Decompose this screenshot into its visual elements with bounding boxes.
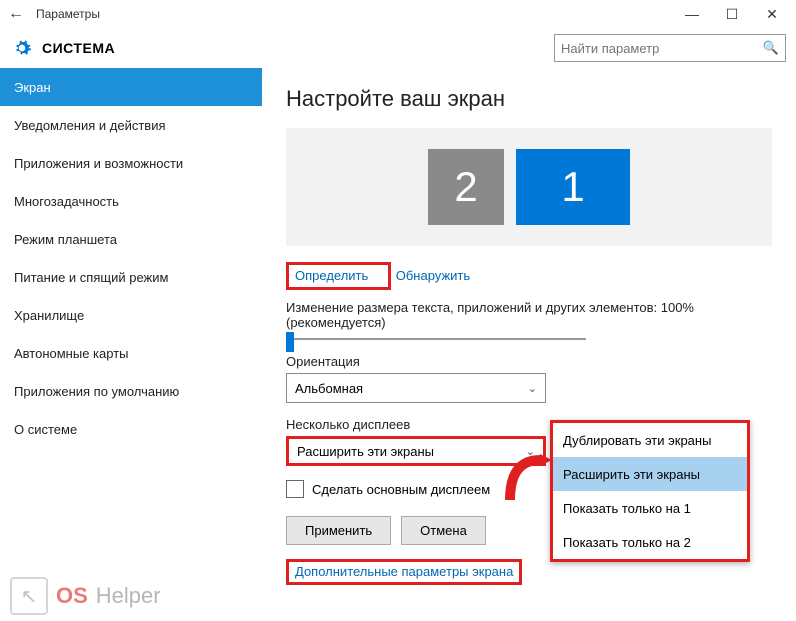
sidebar-item-power[interactable]: Питание и спящий режим (0, 258, 262, 296)
detect-link[interactable]: Обнаружить (396, 268, 470, 283)
dropdown-option-only-2[interactable]: Показать только на 2 (553, 525, 747, 559)
window-title: Параметры (36, 7, 100, 21)
maximize-button[interactable]: ☐ (712, 6, 752, 23)
minimize-button[interactable]: ― (672, 6, 712, 23)
search-input[interactable] (561, 41, 763, 56)
sidebar-item-about[interactable]: О системе (0, 410, 262, 448)
sidebar-item-apps[interactable]: Приложения и возможности (0, 144, 262, 182)
header-title: СИСТЕМА (42, 40, 115, 56)
scale-slider[interactable] (286, 338, 586, 340)
dropdown-option-only-1[interactable]: Показать только на 1 (553, 491, 747, 525)
slider-thumb[interactable] (286, 332, 294, 352)
main-display-checkbox[interactable] (286, 480, 304, 498)
back-button[interactable]: ← (4, 5, 28, 23)
multi-display-dropdown: Дублировать эти экраны Расширить эти экр… (550, 420, 750, 562)
sidebar-item-storage[interactable]: Хранилище (0, 296, 262, 334)
sidebar-item-tablet[interactable]: Режим планшета (0, 220, 262, 258)
search-box[interactable]: 🔍 (554, 34, 786, 62)
monitor-2[interactable]: 2 (428, 149, 504, 225)
sidebar-item-default-apps[interactable]: Приложения по умолчанию (0, 372, 262, 410)
watermark: ↖ OS Helper (10, 577, 161, 615)
orientation-select[interactable]: Альбомная ⌄ (286, 373, 546, 403)
search-icon: 🔍 (763, 40, 779, 56)
apply-button[interactable]: Применить (286, 516, 391, 545)
display-preview[interactable]: 2 1 (286, 128, 772, 246)
dropdown-option-duplicate[interactable]: Дублировать эти экраны (553, 423, 747, 457)
cursor-icon: ↖ (10, 577, 48, 615)
cancel-button[interactable]: Отмена (401, 516, 486, 545)
page-title: Настройте ваш экран (286, 86, 772, 112)
chevron-down-icon: ⌄ (526, 445, 535, 458)
sidebar-item-display[interactable]: Экран (0, 68, 262, 106)
multi-display-select[interactable]: Расширить эти экраны ⌄ (286, 436, 546, 466)
identify-link[interactable]: Определить (295, 268, 368, 283)
scale-label: Изменение размера текста, приложений и д… (286, 300, 772, 330)
monitor-1[interactable]: 1 (516, 149, 630, 225)
sidebar-item-multitasking[interactable]: Многозадачность (0, 182, 262, 220)
sidebar-item-maps[interactable]: Автономные карты (0, 334, 262, 372)
close-button[interactable]: ✕ (752, 6, 792, 23)
dropdown-option-extend[interactable]: Расширить эти экраны (553, 457, 747, 491)
gear-icon (12, 38, 32, 58)
orientation-label: Ориентация (286, 354, 772, 369)
main-display-label: Сделать основным дисплеем (312, 482, 490, 497)
advanced-display-link[interactable]: Дополнительные параметры экрана (295, 564, 513, 579)
sidebar: Экран Уведомления и действия Приложения … (0, 68, 262, 621)
sidebar-item-notifications[interactable]: Уведомления и действия (0, 106, 262, 144)
chevron-down-icon: ⌄ (528, 382, 537, 395)
